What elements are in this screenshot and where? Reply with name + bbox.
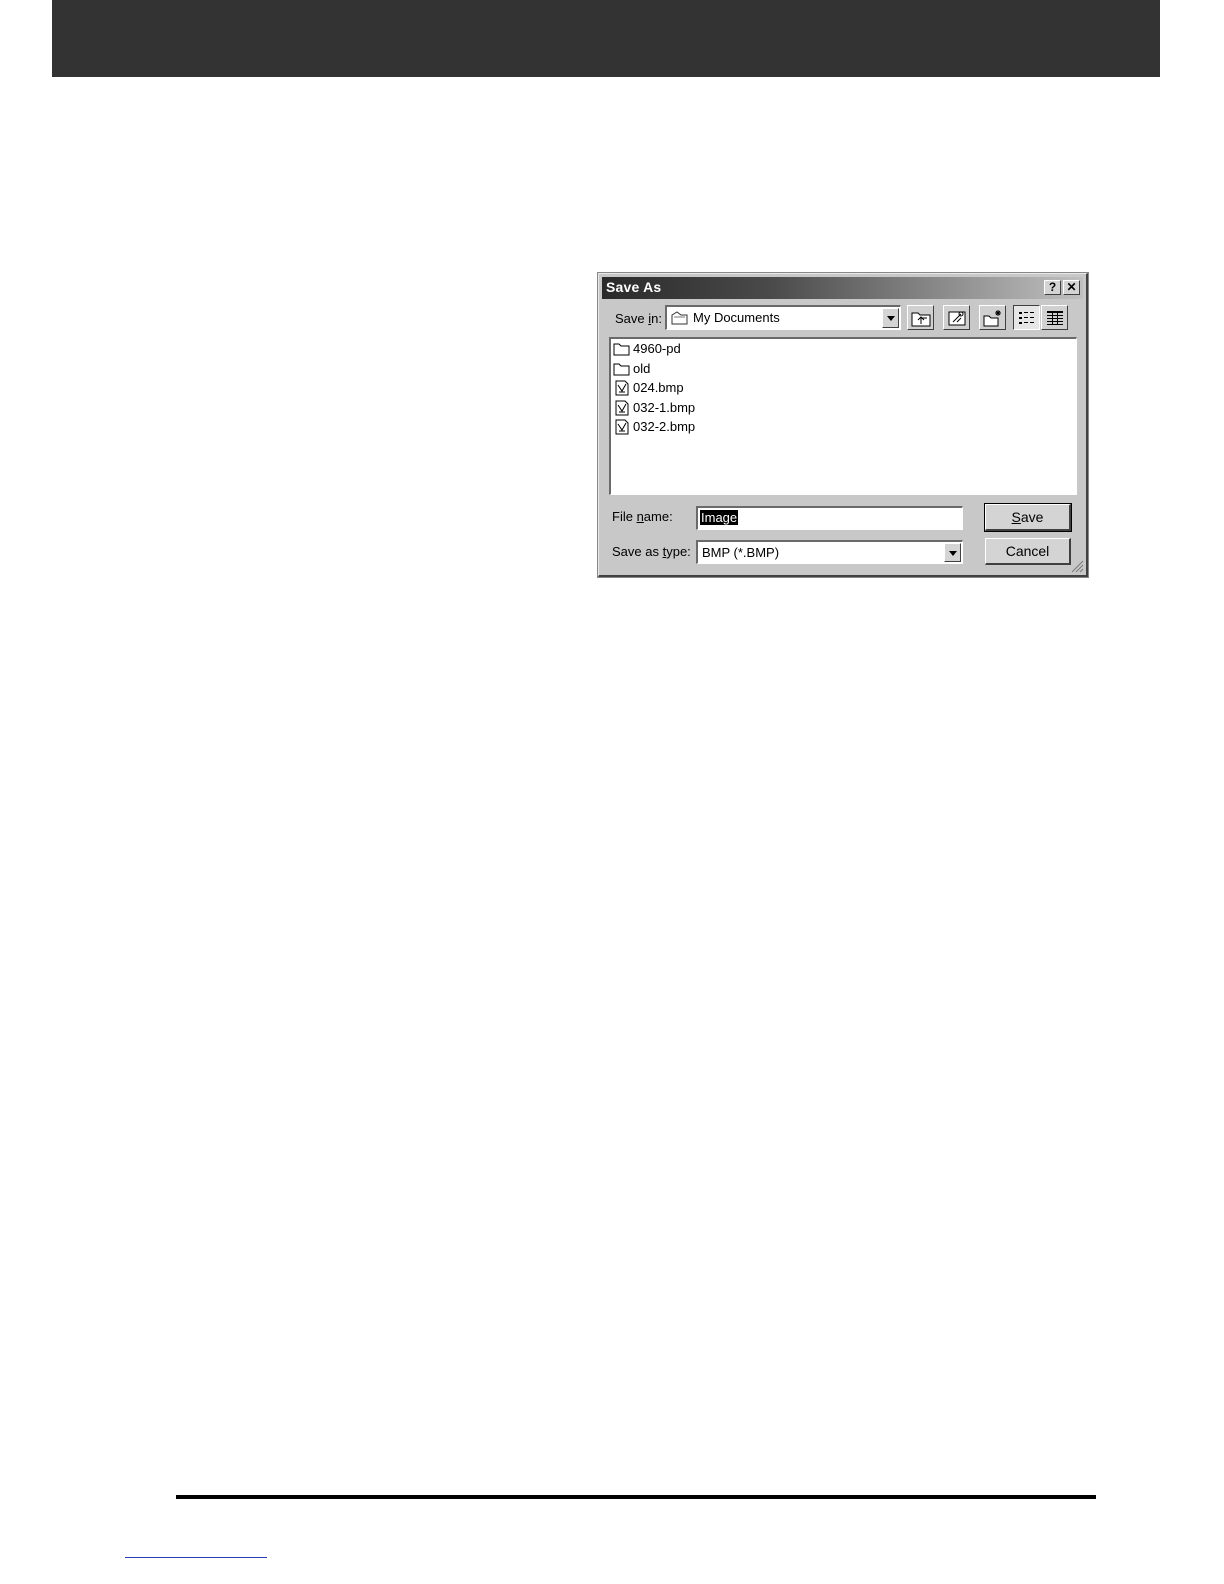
save-button[interactable]: Save bbox=[984, 503, 1072, 532]
bitmap-file-icon bbox=[615, 380, 629, 396]
save-in-value: My Documents bbox=[693, 310, 780, 325]
resize-grip-icon[interactable] bbox=[1070, 559, 1084, 573]
my-documents-folder-icon bbox=[671, 311, 688, 325]
chevron-down-icon[interactable] bbox=[944, 543, 961, 562]
file-name-label: File name: bbox=[612, 509, 673, 524]
details-view-button[interactable] bbox=[1041, 305, 1068, 330]
save-in-label: Save in: bbox=[615, 311, 662, 326]
folder-icon bbox=[613, 363, 630, 376]
save-as-type-label: Save as type: bbox=[612, 544, 691, 559]
list-view-button[interactable] bbox=[1013, 305, 1040, 330]
footer-link-underline bbox=[125, 1557, 267, 1558]
file-name-input[interactable]: Image bbox=[696, 506, 963, 530]
up-one-level-button[interactable] bbox=[907, 305, 934, 330]
file-list[interactable]: 4960-pd old 024.bmp 032-1.bmp 032-2.bmp bbox=[609, 337, 1077, 495]
file-name-value: Image bbox=[700, 510, 739, 525]
header-bar bbox=[52, 0, 1160, 77]
chevron-down-icon[interactable] bbox=[882, 308, 899, 328]
dialog-titlebar[interactable]: Save As ? ✕ bbox=[602, 277, 1083, 299]
folder-icon bbox=[613, 343, 630, 356]
desktop-icon bbox=[948, 311, 966, 326]
save-in-dropdown[interactable]: My Documents bbox=[665, 305, 901, 330]
list-view-icon bbox=[1019, 312, 1034, 324]
details-view-icon bbox=[1047, 311, 1063, 325]
save-as-type-dropdown[interactable]: BMP (*.BMP) bbox=[696, 540, 963, 564]
desktop-button[interactable] bbox=[943, 305, 970, 330]
dialog-title: Save As bbox=[606, 279, 662, 295]
new-folder-button[interactable] bbox=[979, 305, 1006, 330]
close-button[interactable]: ✕ bbox=[1063, 280, 1080, 295]
new-folder-icon bbox=[983, 310, 1001, 327]
save-as-dialog: Save As ? ✕ Save in: My Documents 4960-p… bbox=[597, 272, 1089, 578]
bitmap-file-icon bbox=[615, 419, 629, 435]
help-button[interactable]: ? bbox=[1044, 280, 1061, 295]
cancel-button[interactable]: Cancel bbox=[985, 538, 1071, 565]
footer-rule bbox=[176, 1495, 1096, 1499]
bitmap-file-icon bbox=[615, 400, 629, 416]
save-as-type-value: BMP (*.BMP) bbox=[702, 545, 780, 560]
up-folder-icon bbox=[911, 312, 931, 327]
